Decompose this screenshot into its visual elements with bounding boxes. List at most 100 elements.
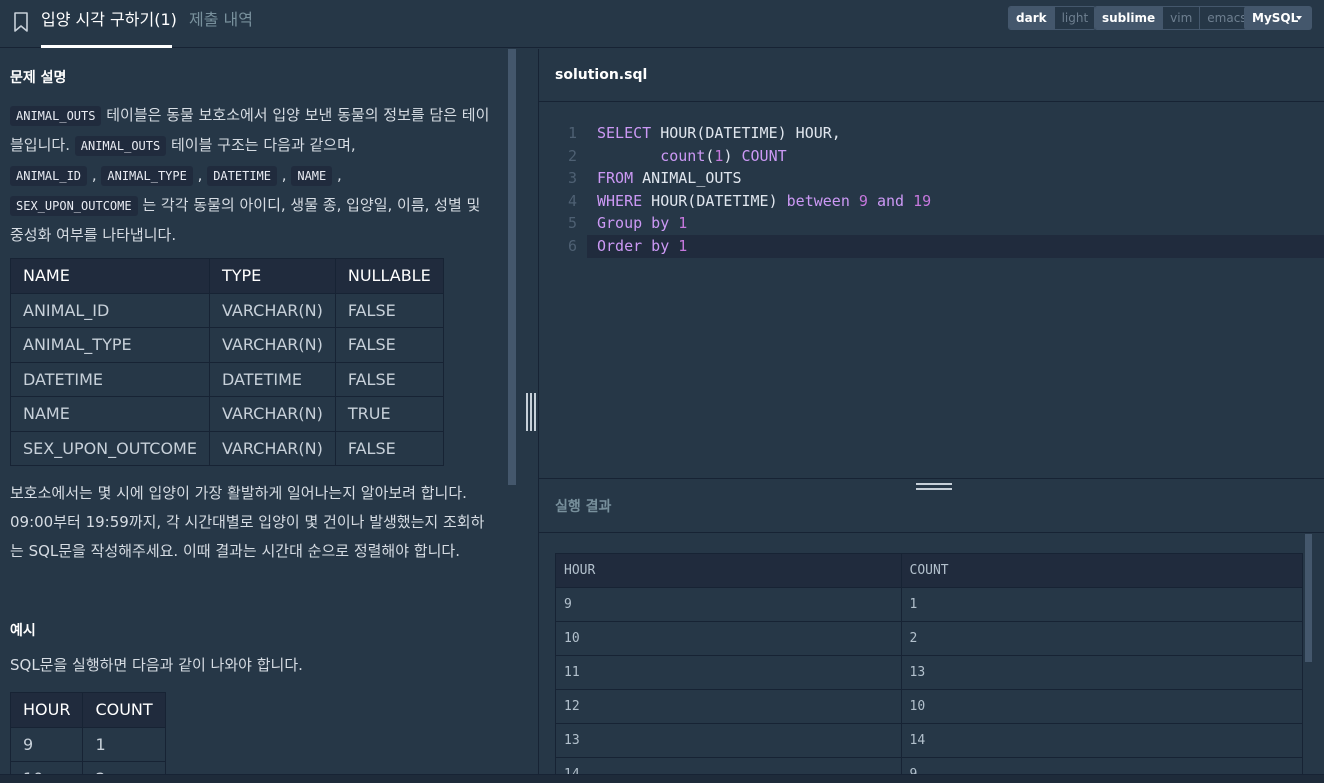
code-text: Group by 1 xyxy=(597,214,688,233)
example-header-cell: COUNT xyxy=(82,692,166,728)
problem-question: 보호소에서는 몇 시에 입양이 가장 활발하게 일어나는지 알아보려 합니다. … xyxy=(10,484,485,560)
result-cell: 9 xyxy=(555,587,902,622)
schema-cell: FALSE xyxy=(334,430,444,466)
code-text: count(1) COUNT xyxy=(660,146,787,165)
schema-row: ANIMAL_TYPE VARCHAR(N) FALSE xyxy=(10,327,444,363)
code-line[interactable]: 5 Group by 1 xyxy=(539,212,1324,235)
result-cell: 11 xyxy=(555,655,902,690)
keymap-sublime-button[interactable]: sublime xyxy=(1095,7,1164,29)
schema-cell: VARCHAR(N) xyxy=(208,430,336,466)
tab-submissions[interactable]: 제출 내역 xyxy=(189,10,253,30)
schema-header-cell: NAME xyxy=(10,258,210,294)
schema-row: ANIMAL_ID VARCHAR(N) FALSE xyxy=(10,292,444,328)
sep: , xyxy=(91,166,97,184)
code-text: WHERE HOUR(DATETIME) between 9 and 19 xyxy=(597,191,932,210)
theme-light-button[interactable]: light xyxy=(1055,7,1096,29)
result-row: 149 xyxy=(555,757,1303,774)
language-select[interactable]: MySQL xyxy=(1244,6,1312,30)
sep: , xyxy=(337,166,342,184)
schema-cell: ANIMAL_TYPE xyxy=(10,327,210,363)
result-scrollbar[interactable] xyxy=(1305,534,1312,662)
schema-cell: SEX_UPON_OUTCOME xyxy=(10,430,210,466)
schema-cell: TRUE xyxy=(334,396,444,432)
code-col-name: NAME xyxy=(291,166,333,186)
code-line[interactable]: 2 count(1) COUNT xyxy=(539,145,1324,168)
example-cell: 1 xyxy=(82,726,166,762)
schema-cell: FALSE xyxy=(334,361,444,397)
schema-header-cell: TYPE xyxy=(208,258,336,294)
code-col-animal-type: ANIMAL_TYPE xyxy=(101,166,193,186)
result-cell: 2 xyxy=(900,621,1303,656)
code-col-animal-id: ANIMAL_ID xyxy=(10,166,88,186)
vertical-resize-handle[interactable] xyxy=(524,393,536,431)
result-header-cell: COUNT xyxy=(900,553,1303,588)
result-title: 실행 결과 xyxy=(555,499,612,515)
code-line[interactable]: 6 Order by 1 xyxy=(568,235,1324,258)
schema-row: DATETIME DATETIME FALSE xyxy=(10,361,444,397)
editor-header: solution.sql xyxy=(539,49,1324,102)
section-title-description: 문제 설명 xyxy=(10,70,67,86)
result-cell: 13 xyxy=(900,655,1303,690)
line-number: 2 xyxy=(567,146,577,165)
problem-scrollbar[interactable] xyxy=(508,49,516,485)
theme-toggle: dark light xyxy=(1008,6,1097,30)
code-table-name-2: ANIMAL_OUTS xyxy=(74,136,167,156)
tab-problem[interactable]: 입양 시각 구하기(1) xyxy=(41,10,177,30)
schema-cell: NAME xyxy=(10,396,210,432)
code-editor[interactable]: 1 SELECT HOUR(DATETIME) HOUR, 2 count(1) C… xyxy=(539,103,1324,478)
schema-cell: DATETIME xyxy=(208,361,336,397)
code-text: FROM ANIMAL_OUTS xyxy=(597,169,742,188)
result-cell: 12 xyxy=(555,689,902,724)
result-row: 91 xyxy=(555,587,1303,622)
schema-cell: FALSE xyxy=(334,327,444,363)
code-line[interactable]: 1 SELECT HOUR(DATETIME) HOUR, xyxy=(539,122,1324,145)
code-line[interactable]: 3 FROM ANIMAL_OUTS xyxy=(539,167,1324,190)
bottom-bar xyxy=(0,774,1324,783)
intro-text-2: 테이블 구조는 다음과 같으며, xyxy=(166,136,356,154)
code-line[interactable]: 4 WHERE HOUR(DATETIME) between 9 and 19 xyxy=(539,190,1324,213)
schema-row: NAME VARCHAR(N) TRUE xyxy=(10,396,444,432)
language-label: MySQL xyxy=(1252,11,1299,25)
keymap-vim-button[interactable]: vim xyxy=(1163,7,1201,29)
section-title-example: 예시 xyxy=(10,623,36,639)
editor-filename: solution.sql xyxy=(555,67,648,83)
example-table: HOURCOUNT 91102 xyxy=(9,692,166,783)
line-number: 6 xyxy=(567,237,577,255)
code-text: SELECT HOUR(DATETIME) HOUR, xyxy=(597,124,841,142)
schema-cell: FALSE xyxy=(334,292,444,328)
keymap-toggle: sublime vim emacs xyxy=(1094,6,1255,30)
sep: , xyxy=(281,166,287,184)
schema-cell: VARCHAR(N) xyxy=(208,396,336,432)
sep: , xyxy=(197,166,203,184)
example-header-cell: HOUR xyxy=(9,692,84,728)
example-cell: 9 xyxy=(9,726,84,762)
schema-row: SEX_UPON_OUTCOME VARCHAR(N) FALSE xyxy=(10,430,444,466)
horizontal-resize-handle[interactable] xyxy=(916,481,952,493)
tab-active-indicator xyxy=(41,45,172,48)
problem-panel: 문제 설명 ANIMAL_OUTS 테이블은 동물 보호소에서 입양 보낸 동물… xyxy=(0,49,506,783)
result-table: HOURCOUNT 91102111312101314149 xyxy=(555,553,1303,774)
line-number: 1 xyxy=(567,124,577,142)
result-cell: 10 xyxy=(900,689,1303,724)
code-table-name: ANIMAL_OUTS xyxy=(10,106,102,126)
result-header-cell: HOUR xyxy=(555,553,902,588)
top-bar: 입양 시각 구하기(1) 제출 내역 dark light sublime vi… xyxy=(0,0,1324,48)
caret-down-icon xyxy=(1296,16,1302,20)
result-cell: 13 xyxy=(555,723,902,758)
example-text: SQL문을 실행하면 다음과 같이 나와야 합니다. xyxy=(10,656,303,674)
result-cell: 1 xyxy=(900,587,1303,622)
code-text: Order by 1 xyxy=(597,237,688,255)
result-cell: 14 xyxy=(900,723,1303,758)
schema-cell: ANIMAL_ID xyxy=(10,292,210,328)
result-row: 10 2 xyxy=(555,621,1303,656)
theme-dark-button[interactable]: dark xyxy=(1009,7,1055,29)
result-row: 12 10 xyxy=(555,689,1303,724)
result-area: HOURCOUNT 91102111312101314149 xyxy=(539,534,1324,774)
bookmark-icon[interactable] xyxy=(13,12,29,32)
result-cell: 14 xyxy=(555,757,902,774)
line-number: 4 xyxy=(567,191,577,210)
result-cell: 10 xyxy=(555,621,902,656)
schema-cell: DATETIME xyxy=(10,361,210,397)
schema-table: NAME TYPE NULLABLE ANIMAL_ID VARCHAR(N) FALS… xyxy=(10,258,444,466)
example-row: 91 xyxy=(9,726,166,762)
